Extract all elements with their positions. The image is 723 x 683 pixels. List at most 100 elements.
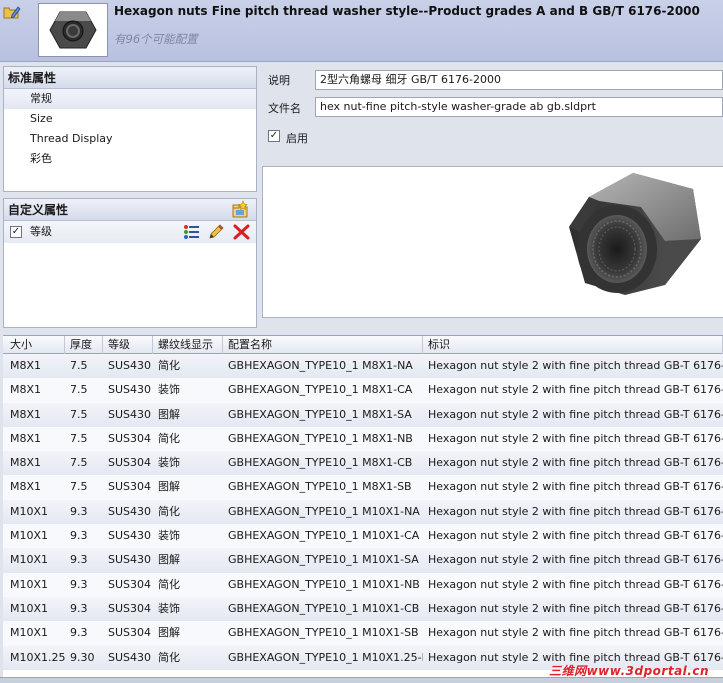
- table-cell: GBHEXAGON_TYPE10_1 M10X1.25-NA: [228, 650, 423, 664]
- table-header: 大小 厚度 等级 螺纹线显示 配置名称 标识: [3, 336, 723, 354]
- std-item-thread-display[interactable]: Thread Display: [4, 129, 256, 149]
- std-item-size[interactable]: Size: [4, 109, 256, 129]
- enable-label: 启用: [286, 132, 308, 145]
- table-row[interactable]: M8X1 7.5 SUS430 装饰 GBHEXAGON_TYPE10_1 M8X1-C…: [3, 378, 723, 403]
- table-cell: 7.5: [70, 431, 88, 445]
- part-preview: [262, 166, 723, 318]
- table-cell: 图解: [158, 480, 180, 494]
- table-cell: 7.5: [70, 407, 88, 421]
- delete-x-icon[interactable]: [233, 224, 250, 240]
- description-label: 说明: [268, 74, 290, 87]
- table-cell: SUS430: [108, 553, 152, 567]
- std-item-general[interactable]: 常规: [4, 89, 256, 109]
- std-item-color[interactable]: 彩色: [4, 149, 256, 169]
- col-header-config-name[interactable]: 配置名称: [223, 336, 423, 354]
- table-cell: 简化: [158, 504, 180, 518]
- filename-label: 文件名: [268, 102, 301, 115]
- col-header-designation[interactable]: 标识: [423, 336, 723, 354]
- table-cell: Hexagon nut style 2 with fine pitch thre…: [428, 529, 723, 543]
- filename-input[interactable]: hex nut-fine pitch-style washer-grade ab…: [315, 97, 723, 117]
- table-cell: M8X1: [10, 407, 42, 421]
- configuration-count: 有96个可能配置: [114, 32, 198, 46]
- table-cell: SUS304: [108, 456, 152, 470]
- configuration-table: 大小 厚度 等级 螺纹线显示 配置名称 标识 M8X1 7.5 SUS430 简化 GB…: [3, 335, 723, 678]
- watermark: 三维网www.3dportal.cn: [549, 664, 709, 678]
- table-body: M8X1 7.5 SUS430 简化 GBHEXAGON_TYPE10_1 M8X1-N…: [3, 354, 723, 670]
- header-bar: Hexagon nuts Fine pitch thread washer st…: [0, 0, 723, 62]
- custom-property-row[interactable]: ✓ 等级: [4, 221, 256, 243]
- standard-properties-panel: 标准属性 常规 Size Thread Display 彩色: [3, 66, 257, 192]
- table-row[interactable]: M10X1 9.3 SUS304 装饰 GBHEXAGON_TYPE10_1 M10X1…: [3, 596, 723, 622]
- table-cell: M10X1.25: [10, 650, 65, 664]
- table-cell: GBHEXAGON_TYPE10_1 M10X1-NA: [228, 504, 420, 518]
- table-cell: Hexagon nut style 2 with fine pitch thre…: [428, 504, 723, 518]
- table-row[interactable]: M8X1 7.5 SUS304 装饰 GBHEXAGON_TYPE10_1 M8X1-C…: [3, 451, 723, 476]
- table-cell: GBHEXAGON_TYPE10_1 M8X1-CB: [228, 456, 413, 470]
- description-input[interactable]: 2型六角螺母 细牙 GB/T 6176-2000: [315, 70, 723, 90]
- table-cell: 简化: [158, 431, 180, 445]
- table-cell: Hexagon nut style 2 with fine pitch thre…: [428, 553, 723, 567]
- table-row[interactable]: M10X1 9.3 SUS430 图解 GBHEXAGON_TYPE10_1 M10X1…: [3, 548, 723, 573]
- table-cell: SUS304: [108, 480, 152, 494]
- table-cell: 7.5: [70, 359, 88, 372]
- table-cell: 9.3: [70, 577, 88, 591]
- table-cell: Hexagon nut style 2 with fine pitch thre…: [428, 601, 723, 615]
- pencil-icon[interactable]: [208, 224, 225, 240]
- table-cell: 装饰: [158, 529, 180, 543]
- table-cell: 简化: [158, 359, 180, 372]
- table-cell: 图解: [158, 553, 180, 567]
- col-header-grade[interactable]: 等级: [103, 336, 153, 354]
- list-icon[interactable]: [183, 224, 200, 240]
- table-row[interactable]: M8X1 7.5 SUS304 图解 GBHEXAGON_TYPE10_1 M8X1-S…: [3, 475, 723, 500]
- table-cell: GBHEXAGON_TYPE10_1 M8X1-CA: [228, 383, 413, 397]
- page-title: Hexagon nuts Fine pitch thread washer st…: [114, 4, 700, 18]
- table-cell: M10X1: [10, 626, 49, 640]
- custom-properties-panel: 自定义属性 ✓ 等级: [3, 198, 257, 328]
- table-cell: 简化: [158, 577, 180, 591]
- table-cell: M8X1: [10, 480, 42, 494]
- custom-properties-title: 自定义属性: [8, 203, 69, 217]
- table-cell: SUS430: [108, 407, 152, 421]
- table-cell: 7.5: [70, 383, 88, 397]
- col-header-size[interactable]: 大小: [5, 336, 65, 354]
- table-row[interactable]: M8X1 7.5 SUS430 图解 GBHEXAGON_TYPE10_1 M8X1-S…: [3, 402, 723, 427]
- table-cell: 装饰: [158, 601, 180, 615]
- table-cell: M10X1: [10, 504, 49, 518]
- table-cell: M8X1: [10, 383, 42, 397]
- table-cell: Hexagon nut style 2 with fine pitch thre…: [428, 407, 723, 421]
- add-property-icon[interactable]: [230, 200, 250, 219]
- table-cell: SUS430: [108, 529, 152, 543]
- col-header-thickness[interactable]: 厚度: [65, 336, 103, 354]
- table-cell: GBHEXAGON_TYPE10_1 M8X1-SA: [228, 407, 412, 421]
- table-cell: 9.3: [70, 553, 88, 567]
- table-cell: 装饰: [158, 383, 180, 397]
- table-cell: GBHEXAGON_TYPE10_1 M10X1-CA: [228, 529, 420, 543]
- table-row[interactable]: M8X1 7.5 SUS304 简化 GBHEXAGON_TYPE10_1 M8X1-N…: [3, 426, 723, 452]
- table-cell: Hexagon nut style 2 with fine pitch thre…: [428, 431, 723, 445]
- custom-property-checkbox[interactable]: ✓: [10, 226, 22, 238]
- table-cell: GBHEXAGON_TYPE10_1 M8X1-SB: [228, 480, 412, 494]
- table-cell: GBHEXAGON_TYPE10_1 M8X1-NA: [228, 359, 413, 372]
- table-cell: M10X1: [10, 529, 49, 543]
- table-row[interactable]: M10X1 9.3 SUS430 装饰 GBHEXAGON_TYPE10_1 M10X1…: [3, 524, 723, 549]
- table-cell: SUS430: [108, 504, 152, 518]
- table-row[interactable]: M10X1 9.3 SUS304 图解 GBHEXAGON_TYPE10_1 M10X1…: [3, 621, 723, 646]
- table-row[interactable]: M8X1 7.5 SUS430 简化 GBHEXAGON_TYPE10_1 M8X1-N…: [3, 354, 723, 379]
- table-cell: SUS304: [108, 626, 152, 640]
- col-header-thread-display[interactable]: 螺纹线显示: [153, 336, 223, 354]
- table-cell: 图解: [158, 626, 180, 640]
- edit-folder-icon[interactable]: [3, 4, 21, 20]
- table-cell: 9.30: [70, 650, 95, 664]
- table-cell: 7.5: [70, 456, 88, 470]
- standard-properties-title: 标准属性: [4, 67, 256, 89]
- enable-checkbox[interactable]: ✓: [268, 130, 280, 142]
- table-cell: GBHEXAGON_TYPE10_1 M10X1-SA: [228, 553, 419, 567]
- table-row[interactable]: M10X1 9.3 SUS304 简化 GBHEXAGON_TYPE10_1 M10X1…: [3, 572, 723, 597]
- table-cell: GBHEXAGON_TYPE10_1 M10X1-NB: [228, 577, 420, 591]
- table-cell: 装饰: [158, 456, 180, 470]
- hex-nut-render: [569, 173, 701, 295]
- table-cell: SUS430: [108, 383, 152, 397]
- table-row[interactable]: M10X1 9.3 SUS430 简化 GBHEXAGON_TYPE10_1 M10X1…: [3, 499, 723, 525]
- table-cell: Hexagon nut style 2 with fine pitch thre…: [428, 456, 723, 470]
- table-cell: SUS304: [108, 601, 152, 615]
